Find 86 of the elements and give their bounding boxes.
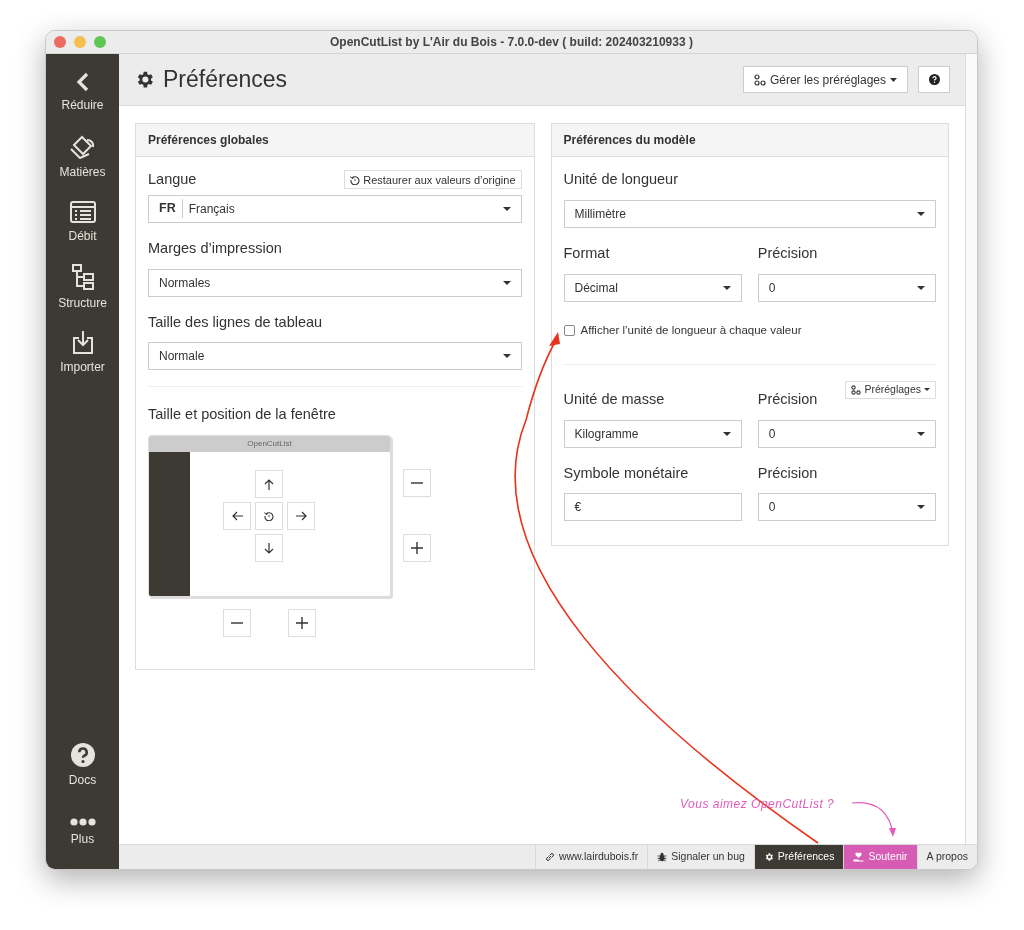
caret-icon [502, 280, 511, 285]
dropdown[interactable]: 0 [757, 419, 936, 448]
dropdown[interactable]: Normales [148, 268, 522, 297]
plus-icon [411, 542, 423, 554]
move-left-button[interactable] [223, 502, 251, 530]
caret-icon [722, 431, 731, 436]
footer-tab[interactable]: A propos [916, 845, 977, 869]
field-label: Marges d’impression [148, 238, 282, 258]
help-button[interactable] [918, 66, 950, 93]
field-label: Unité de masse [563, 389, 665, 409]
field-label: Taille des lignes de tableau [148, 312, 323, 332]
caret-icon [502, 206, 511, 211]
increase-height-button[interactable] [403, 534, 431, 562]
field-label: Symbole monétaire [563, 463, 689, 483]
minus-icon [231, 622, 243, 624]
heart-in-hand-icon [853, 852, 865, 862]
sidebar-item[interactable]: Structure [46, 261, 119, 314]
decrease-height-button[interactable] [403, 469, 431, 497]
preview-title: OpenCutList [149, 436, 390, 452]
caret-icon [924, 388, 930, 392]
manage-presets-button[interactable]: Gérer les préréglages [742, 66, 908, 93]
paint-bucket-icon [69, 134, 96, 159]
increase-width-button[interactable] [288, 609, 316, 637]
sidebar-item[interactable]: Matières [46, 131, 119, 184]
presets-icon [753, 73, 766, 86]
presets-button[interactable]: Préréglages [845, 380, 936, 399]
move-up-button[interactable] [255, 470, 283, 498]
plus-icon [296, 617, 308, 629]
help-icon [70, 742, 95, 767]
footer-tab[interactable]: Préférences [753, 845, 844, 869]
panel-title: Préférences globales [136, 124, 534, 157]
sidebar-item[interactable]: Plus [46, 806, 119, 859]
move-right-button[interactable] [287, 502, 315, 530]
dropdown[interactable]: 0 [757, 493, 936, 522]
close-window-icon[interactable] [54, 36, 66, 48]
presets-icon [851, 384, 862, 395]
field-label: Unité de longueur [563, 170, 678, 189]
window-title: OpenCutList by L'Air du Bois - 7.0.0-dev ( build: 202403210933 ) [330, 34, 693, 51]
field-label: Précision [757, 389, 818, 409]
sidebar-item[interactable]: Débit [46, 196, 119, 249]
help-icon [928, 74, 940, 85]
caret-icon [917, 211, 925, 216]
arrow-down-icon [264, 542, 274, 554]
reset-icon [264, 511, 274, 521]
caret-icon [917, 505, 925, 510]
decrease-width-button[interactable] [223, 609, 251, 637]
reset-position-button[interactable] [255, 502, 283, 530]
move-down-button[interactable] [255, 534, 283, 562]
caret-icon [502, 354, 511, 359]
caret-icon [722, 285, 731, 290]
field-label: Format [563, 243, 610, 263]
dropdown[interactable]: 0 [757, 273, 936, 302]
more-icon [69, 817, 96, 826]
field-label: Langue [148, 170, 197, 189]
dropdown[interactable]: Kilogramme [563, 419, 742, 448]
field-label: Taille et position de la fenêtre [148, 405, 336, 425]
input-field[interactable]: € [563, 493, 742, 522]
arrow-left-icon [231, 511, 243, 521]
arrow-up-icon [264, 478, 274, 490]
dropdown[interactable]: Décimal [563, 273, 742, 302]
dropdown[interactable]: Millimètre [563, 199, 936, 228]
dropdown[interactable]: Normale [148, 342, 522, 371]
field-label: Précision [757, 463, 818, 483]
arrow-right-icon [295, 511, 307, 521]
dropdown[interactable]: FR Français [148, 194, 522, 223]
list-icon [69, 200, 96, 223]
annotation-arrow [851, 801, 898, 838]
field-label: Précision [757, 243, 818, 263]
restore-defaults-button[interactable]: Restaurer aux valeurs d’origine [344, 170, 522, 190]
tree-structure-icon [70, 263, 95, 290]
gear-icon [763, 852, 774, 862]
bug-icon [657, 852, 668, 862]
sidebar-item[interactable]: Importer [46, 326, 119, 379]
caret-icon [917, 431, 925, 436]
sidebar-item[interactable]: Réduire [46, 66, 119, 119]
link-icon [544, 852, 555, 862]
panel-title: Préférences du modèle [551, 124, 948, 157]
page-title: Préférences [163, 65, 288, 95]
minus-icon [411, 482, 423, 484]
caret-icon [917, 285, 925, 290]
caret-icon [890, 77, 897, 82]
show-unit-checkbox[interactable]: Afficher l’unité de longueur à chaque valeur [563, 321, 936, 339]
reset-icon [350, 174, 361, 185]
import-icon [71, 329, 94, 354]
sidebar-item[interactable]: Docs [46, 739, 119, 792]
chevron-left-icon [75, 71, 90, 92]
